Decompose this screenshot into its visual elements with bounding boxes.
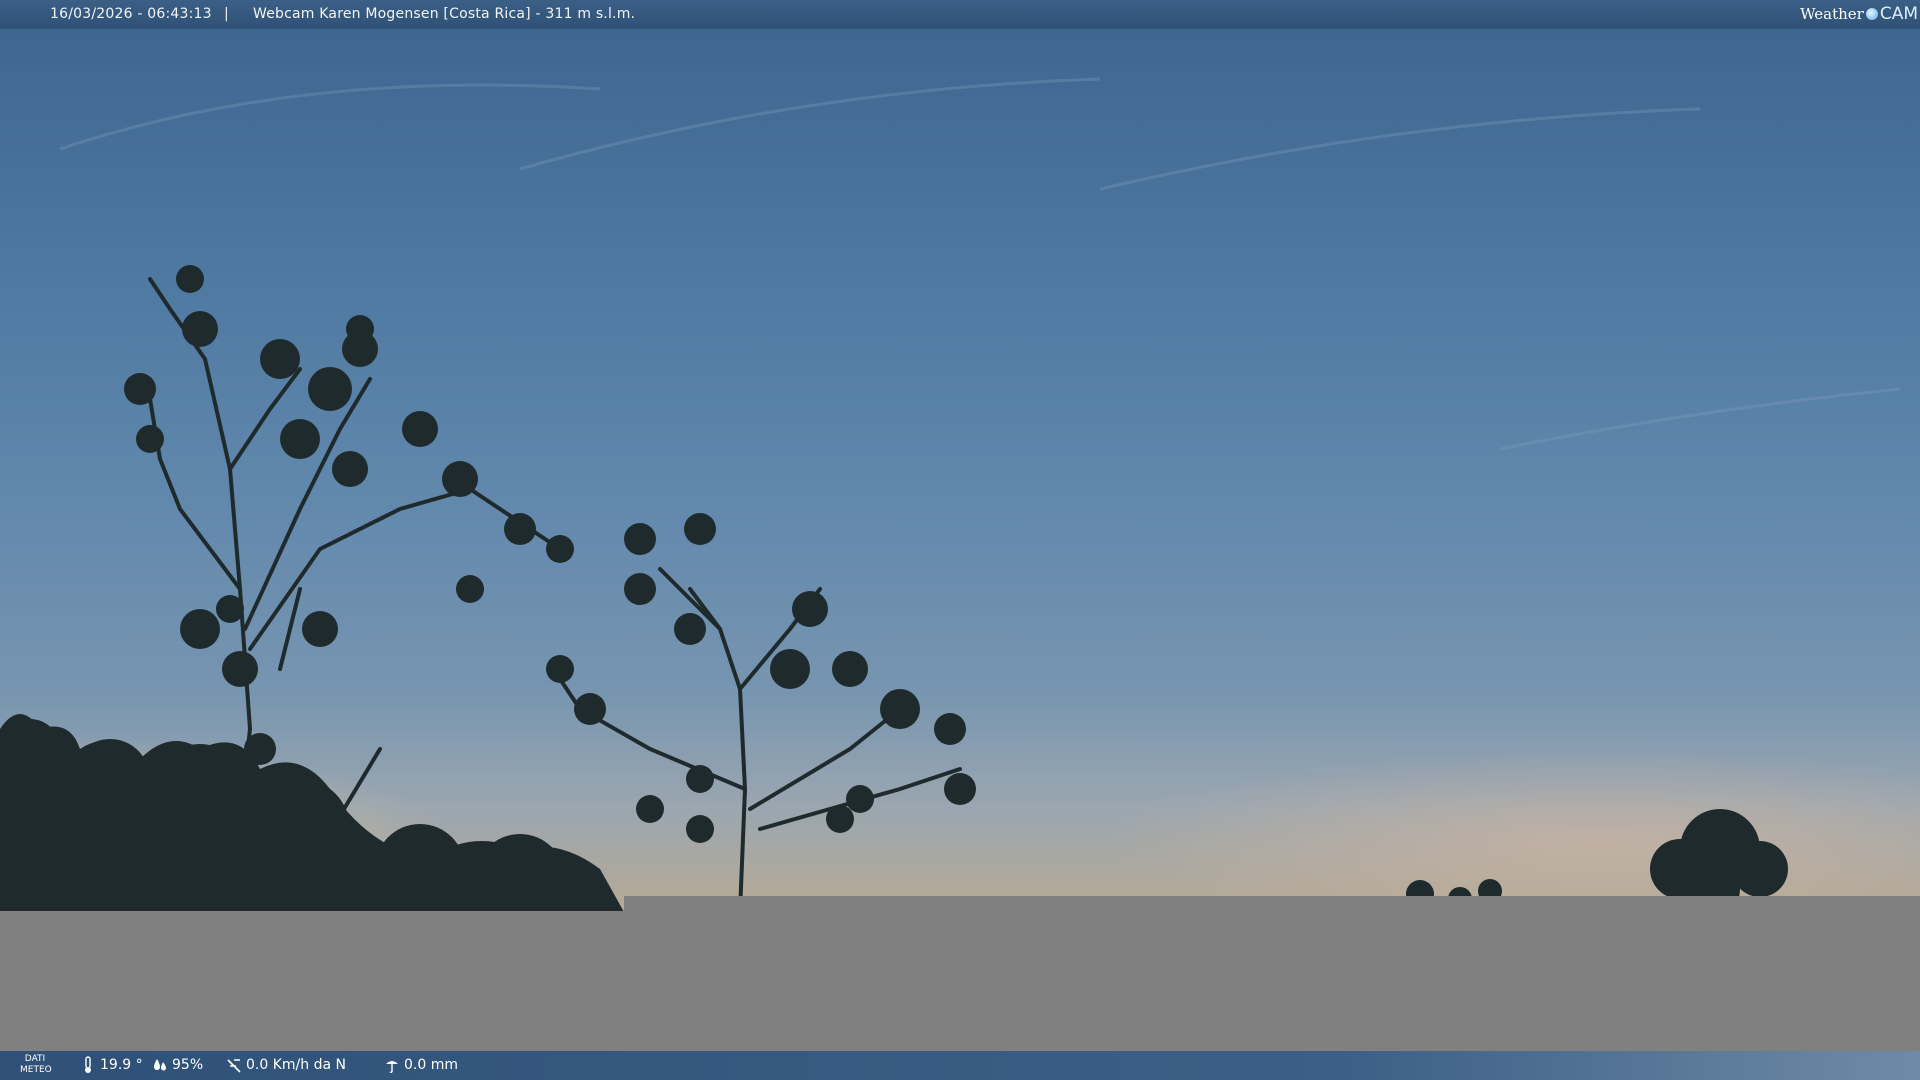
- webcam-header-bar: 16/03/2026 - 06:43:13 | Webcam Karen Mog…: [0, 0, 1920, 29]
- masked-area-right: [624, 896, 1920, 1051]
- logo-word: Weather: [1800, 5, 1864, 23]
- temperature-reading: 19.9 °: [80, 1056, 143, 1074]
- temperature-value: 19.9 °: [100, 1057, 143, 1073]
- humidity-reading: 95%: [152, 1056, 203, 1074]
- weathercam-logo[interactable]: Weather CAM: [1800, 4, 1918, 24]
- logo-dot-icon: [1865, 8, 1878, 20]
- rain-value: 0.0 mm: [404, 1057, 458, 1073]
- humidity-icon: [154, 1059, 166, 1071]
- scene-silhouettes: [0, 77, 1920, 912]
- weather-data-label: DATI METEO: [20, 1054, 52, 1075]
- timestamp: 16/03/2026 - 06:43:13: [50, 6, 212, 22]
- thermometer-icon: [85, 1056, 91, 1073]
- header-separator: |: [224, 6, 229, 22]
- webcam-image: [0, 29, 1920, 912]
- weather-data-bar: DATI METEO 19.9 ° 95% 0.0 Km/h da N 0.0 …: [0, 1051, 1920, 1080]
- humidity-value: 95%: [172, 1057, 204, 1073]
- horizon-glow-right: [1100, 749, 1920, 912]
- wind-value: 0.0 Km/h da N: [246, 1057, 346, 1073]
- masked-area-left: [0, 911, 624, 1051]
- wind-reading: 0.0 Km/h da N: [226, 1056, 346, 1074]
- webcam-title: Webcam Karen Mogensen [Costa Rica] - 311…: [253, 6, 636, 22]
- rain-reading: 0.0 mm: [384, 1056, 458, 1074]
- rain-icon: [386, 1061, 398, 1074]
- logo-cam: CAM: [1879, 4, 1918, 24]
- wind-icon: [227, 1059, 241, 1073]
